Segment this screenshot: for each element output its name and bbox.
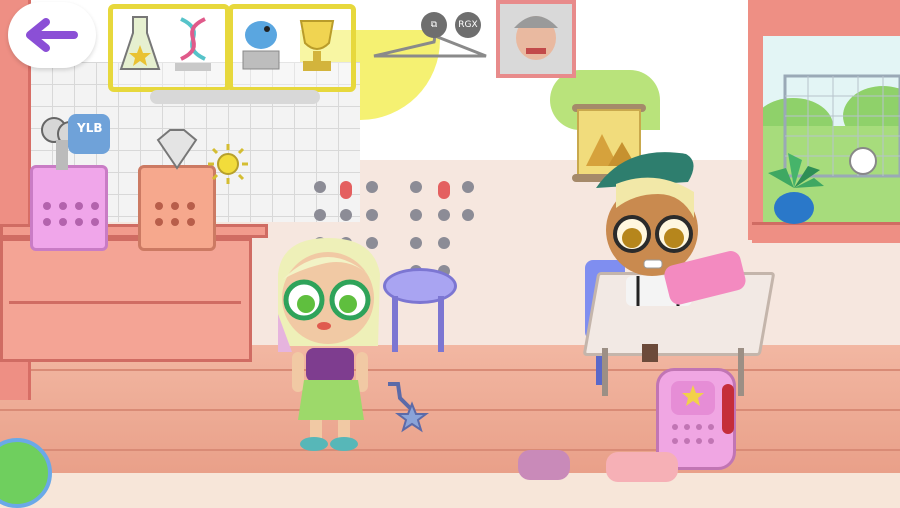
bird-statue-icon[interactable] xyxy=(233,9,289,77)
girl-character[interactable] xyxy=(262,234,392,456)
pink-item[interactable] xyxy=(606,452,678,482)
share-button[interactable]: ⧉ xyxy=(421,12,447,38)
star-key-icon[interactable] xyxy=(380,380,430,438)
rgx-button[interactable]: RGX xyxy=(455,12,481,38)
dna-icon[interactable] xyxy=(171,15,215,75)
trophy-shelf-right xyxy=(228,4,356,92)
backpack-star-icon xyxy=(671,381,715,444)
potted-plant[interactable] xyxy=(758,148,830,228)
ylb-badge-icon[interactable]: YLB xyxy=(64,110,114,158)
arrow-left-icon xyxy=(26,18,78,52)
svg-text:YLB: YLB xyxy=(76,121,102,135)
portrait-frame[interactable] xyxy=(496,0,576,78)
boy-character[interactable] xyxy=(586,148,756,370)
pink-basket[interactable] xyxy=(30,165,108,251)
stool-leg xyxy=(438,296,444,352)
trophy-icon[interactable] xyxy=(291,17,343,77)
back-button[interactable] xyxy=(8,2,96,68)
backpack-strap xyxy=(722,384,734,434)
stool-leg xyxy=(392,296,398,352)
share-icon: ⧉ xyxy=(430,20,438,30)
orange-basket[interactable] xyxy=(138,165,216,251)
purple-item[interactable] xyxy=(518,450,570,480)
sun-icon[interactable] xyxy=(206,142,250,186)
portrait-face xyxy=(500,4,572,74)
trophy-shelf-left xyxy=(108,4,230,92)
floor xyxy=(0,345,900,473)
shelf-rail xyxy=(150,90,320,104)
diamond-icon[interactable] xyxy=(150,126,204,172)
cabinet xyxy=(0,238,252,362)
rgx-label: RGX xyxy=(458,20,478,30)
